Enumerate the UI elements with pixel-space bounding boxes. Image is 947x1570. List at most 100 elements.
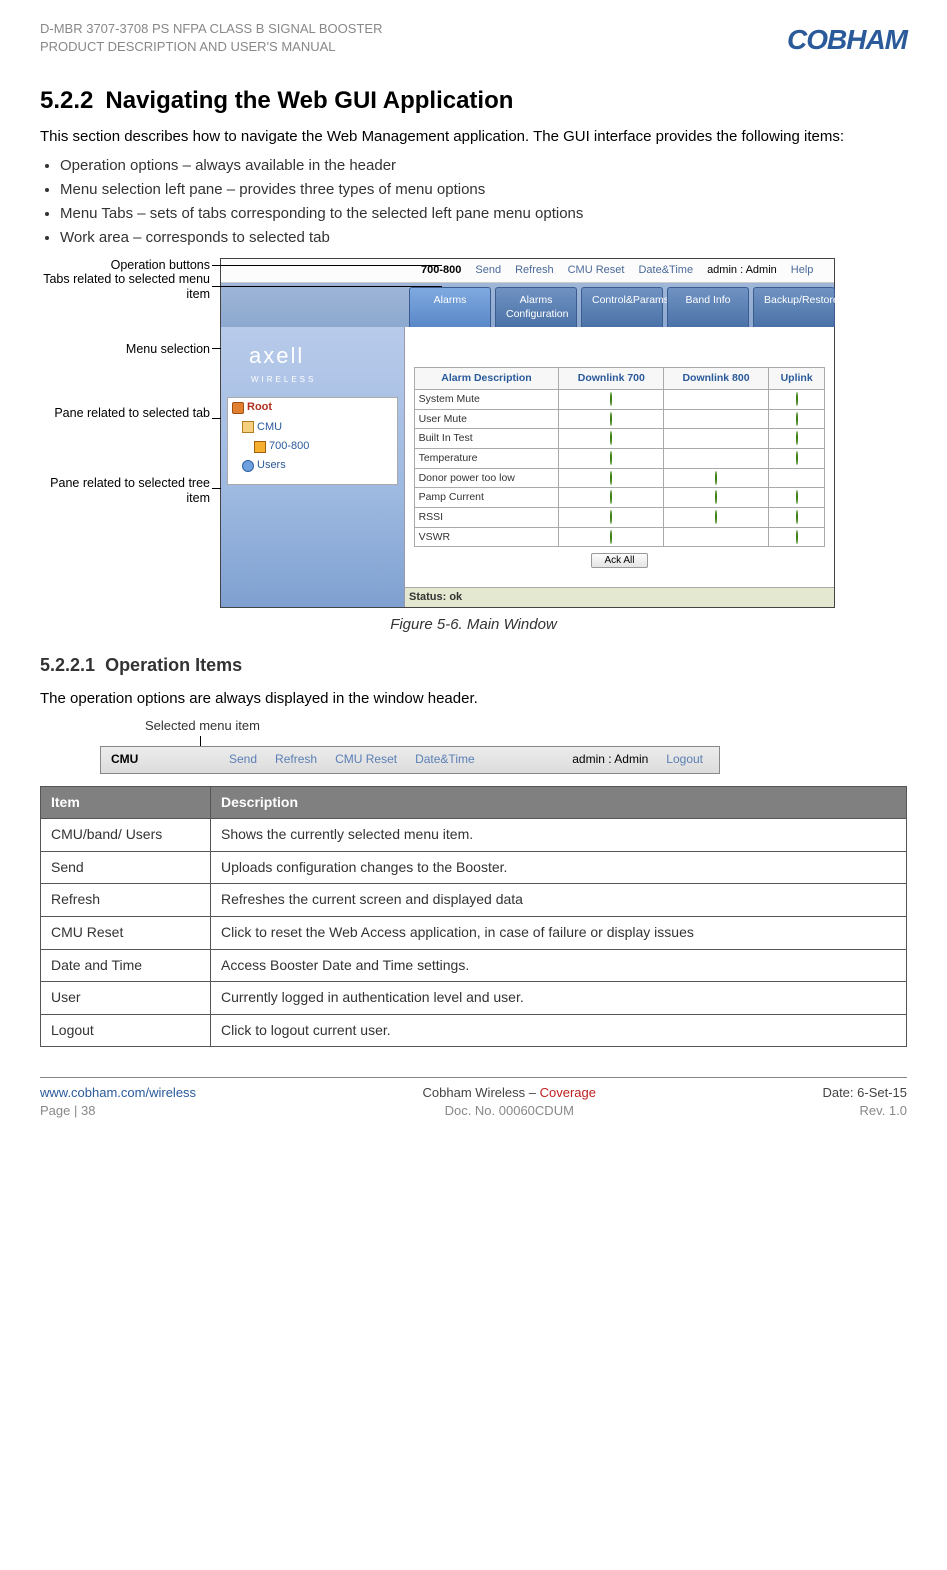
cell-desc: Click to reset the Web Access applicatio… bbox=[211, 916, 907, 949]
cell-item: CMU Reset bbox=[41, 916, 211, 949]
axell-logo: axell bbox=[221, 327, 404, 374]
tab-bar: Alarms Alarms Configuration Control&Para… bbox=[221, 283, 834, 327]
folder-icon bbox=[254, 441, 266, 453]
footer-rev: Rev. 1.0 bbox=[860, 1103, 907, 1118]
tree-band-label: 700-800 bbox=[269, 439, 309, 454]
main-window-figure: Operation buttons Tabs related to select… bbox=[40, 258, 907, 608]
ack-all-button[interactable]: Ack All bbox=[591, 553, 647, 568]
cobham-logo: COBHAM bbox=[787, 20, 907, 59]
cell-desc: Access Booster Date and Time settings. bbox=[211, 949, 907, 982]
cell-name: User Mute bbox=[414, 409, 559, 429]
section-number: 5.2.2 bbox=[40, 87, 93, 114]
tab-backup-restore[interactable]: Backup/Restore bbox=[753, 287, 835, 327]
table-row: User Mute bbox=[414, 409, 825, 429]
footer-date: Date: 6-Set-15 bbox=[822, 1085, 907, 1100]
toolbar-datetime[interactable]: Date&Time bbox=[415, 751, 475, 768]
alarm-table: Alarm Description Downlink 700 Downlink … bbox=[414, 367, 826, 547]
app-window: 700-800 Send Refresh CMU Reset Date&Time… bbox=[220, 258, 835, 608]
table-row: UserCurrently logged in authentication l… bbox=[41, 982, 907, 1015]
status-dot-green bbox=[796, 431, 798, 445]
status-dot-green bbox=[715, 510, 717, 524]
section-intro: This section describes how to navigate t… bbox=[40, 126, 907, 147]
annot-pane-tab: Pane related to selected tab bbox=[40, 406, 210, 421]
toolbar-logout[interactable]: Logout bbox=[666, 751, 703, 768]
annot-menu-selection: Menu selection bbox=[40, 342, 210, 357]
tab-band-info[interactable]: Band Info bbox=[667, 287, 749, 327]
cell-desc: Currently logged in authentication level… bbox=[211, 982, 907, 1015]
description-table: Item Description CMU/band/ UsersShows th… bbox=[40, 786, 907, 1048]
th-uplink: Uplink bbox=[768, 368, 825, 390]
tree-cmu[interactable]: CMU bbox=[228, 418, 397, 437]
status-dot-green bbox=[796, 412, 798, 426]
cell-name: VSWR bbox=[414, 527, 559, 547]
section-title: Navigating the Web GUI Application bbox=[105, 87, 513, 114]
opbar-help[interactable]: Help bbox=[791, 263, 814, 278]
table-row: Donor power too low bbox=[414, 468, 825, 488]
tree-root[interactable]: Root bbox=[228, 398, 397, 417]
cell-name: Temperature bbox=[414, 448, 559, 468]
status-dot-green bbox=[610, 471, 612, 485]
tab-alarms-config[interactable]: Alarms Configuration bbox=[495, 287, 577, 327]
toolbar-cmu-reset[interactable]: CMU Reset bbox=[335, 751, 397, 768]
table-row: SendUploads configuration changes to the… bbox=[41, 851, 907, 884]
annot-tabs: Tabs related to selected menu item bbox=[40, 272, 210, 302]
th-dl700: Downlink 700 bbox=[559, 368, 664, 390]
status-bar: Status: ok bbox=[405, 587, 834, 607]
tree-users[interactable]: Users bbox=[228, 456, 397, 475]
toolbar-send[interactable]: Send bbox=[229, 751, 257, 768]
opbar-send[interactable]: Send bbox=[475, 263, 501, 278]
tree-root-label: Root bbox=[247, 400, 272, 415]
opbar-refresh[interactable]: Refresh bbox=[515, 263, 554, 278]
toolbar-refresh[interactable]: Refresh bbox=[275, 751, 317, 768]
status-dot-green bbox=[610, 530, 612, 544]
section-bullets: Operation options – always available in … bbox=[60, 155, 907, 248]
table-row: CMU/band/ UsersShows the currently selec… bbox=[41, 819, 907, 852]
cell-name: Built In Test bbox=[414, 429, 559, 449]
table-row: System Mute bbox=[414, 389, 825, 409]
cell-item: Refresh bbox=[41, 884, 211, 917]
th-item: Item bbox=[41, 786, 211, 819]
table-row: Date and TimeAccess Booster Date and Tim… bbox=[41, 949, 907, 982]
tree-view: Root CMU 700-800 Users bbox=[227, 397, 398, 485]
bullet-item: Work area – corresponds to selected tab bbox=[60, 227, 907, 248]
status-dot-green bbox=[796, 451, 798, 465]
tab-control-params[interactable]: Control&Params bbox=[581, 287, 663, 327]
page-footer: www.cobham.com/wireless Page | 38 Cobham… bbox=[40, 1077, 907, 1120]
status-dot-green bbox=[610, 412, 612, 426]
doc-title-line1: D-MBR 3707-3708 PS NFPA CLASS B SIGNAL B… bbox=[40, 20, 382, 38]
cell-item: User bbox=[41, 982, 211, 1015]
status-dot-green bbox=[610, 490, 612, 504]
annot-line bbox=[212, 286, 442, 287]
subsection-heading: 5.2.2.1 Operation Items bbox=[40, 653, 907, 678]
table-row: Temperature bbox=[414, 448, 825, 468]
status-dot-green bbox=[796, 530, 798, 544]
cell-item: Date and Time bbox=[41, 949, 211, 982]
tab-alarms[interactable]: Alarms bbox=[409, 287, 491, 327]
subsection-number: 5.2.2.1 bbox=[40, 655, 95, 675]
cell-name: Donor power too low bbox=[414, 468, 559, 488]
tree-cmu-label: CMU bbox=[257, 420, 282, 435]
callout-line bbox=[200, 736, 201, 746]
table-row: Built In Test bbox=[414, 429, 825, 449]
bullet-item: Menu Tabs – sets of tabs corresponding t… bbox=[60, 203, 907, 224]
folder-icon bbox=[232, 402, 244, 414]
annot-pane-tree: Pane related to selected tree item bbox=[40, 476, 210, 506]
cell-name: Pamp Current bbox=[414, 488, 559, 508]
tree-band[interactable]: 700-800 bbox=[228, 437, 397, 456]
cell-desc: Shows the currently selected menu item. bbox=[211, 819, 907, 852]
tree-users-label: Users bbox=[257, 458, 286, 473]
footer-url[interactable]: www.cobham.com/wireless bbox=[40, 1085, 196, 1100]
doc-title: D-MBR 3707-3708 PS NFPA CLASS B SIGNAL B… bbox=[40, 20, 382, 56]
subsection-title: Operation Items bbox=[105, 655, 242, 675]
operation-bar-figure: Selected menu item CMU Send Refresh CMU … bbox=[100, 717, 907, 773]
status-dot-green bbox=[715, 471, 717, 485]
page-header: D-MBR 3707-3708 PS NFPA CLASS B SIGNAL B… bbox=[40, 20, 907, 59]
cell-name: System Mute bbox=[414, 389, 559, 409]
subsection-intro: The operation options are always display… bbox=[40, 688, 907, 709]
th-description: Description bbox=[211, 786, 907, 819]
opbar-datetime[interactable]: Date&Time bbox=[638, 263, 693, 278]
status-dot-green bbox=[796, 490, 798, 504]
bullet-item: Operation options – always available in … bbox=[60, 155, 907, 176]
status-dot-green bbox=[796, 510, 798, 524]
opbar-cmu-reset[interactable]: CMU Reset bbox=[568, 263, 625, 278]
